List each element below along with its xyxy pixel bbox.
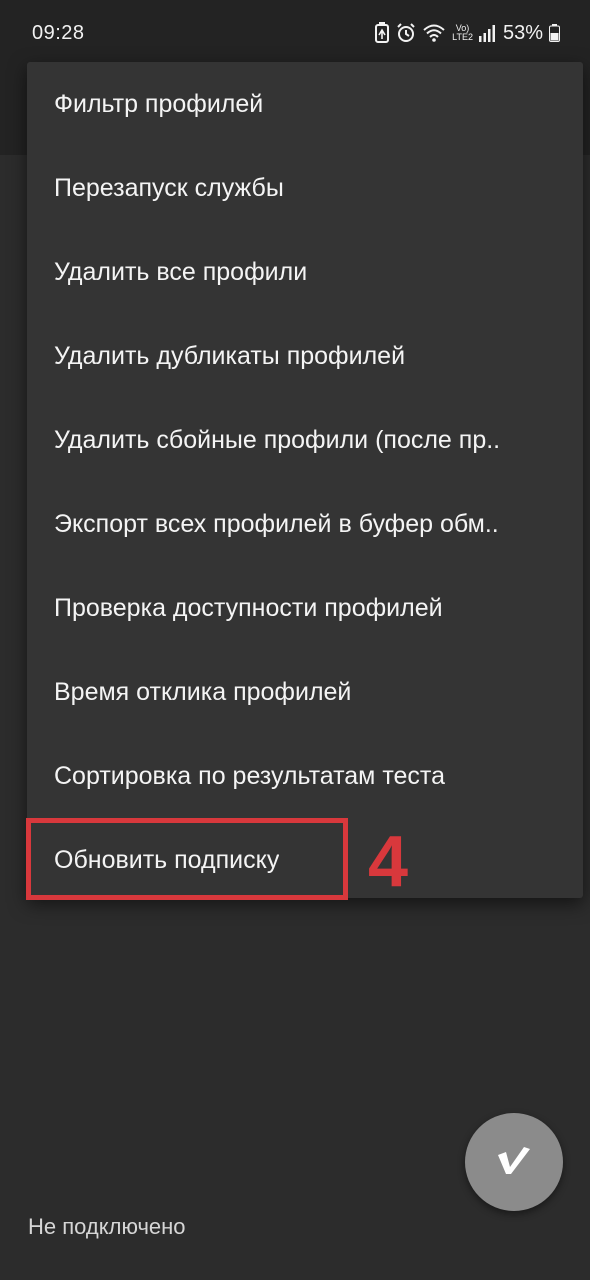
menu-item-delete-all-profiles[interactable]: Удалить все профили: [27, 230, 583, 314]
menu-item-sort-by-test-results[interactable]: Сортировка по результатам теста: [27, 734, 583, 818]
volte-lte-icon: Vo) LTE2: [452, 24, 473, 42]
menu-item-label: Удалить все профили: [54, 257, 308, 286]
battery-saver-icon: [374, 22, 390, 44]
alarm-icon: [396, 23, 416, 43]
connection-status-text: Не подключено: [28, 1214, 186, 1239]
menu-item-delete-failed-profiles[interactable]: Удалить сбойные профили (после пр..: [27, 398, 583, 482]
status-bar: 09:28 Vo) LTE2 53%: [0, 0, 590, 62]
menu-item-label: Проверка доступности профилей: [54, 593, 443, 622]
signal-icon: [478, 24, 495, 42]
wifi-icon: [422, 23, 446, 43]
battery-icon: [549, 24, 560, 42]
connect-fab-button[interactable]: [465, 1113, 563, 1211]
lte-label: LTE2: [452, 32, 473, 42]
menu-item-filter-profiles[interactable]: Фильтр профилей: [27, 62, 583, 146]
menu-item-label: Удалить сбойные профили (после пр..: [54, 425, 501, 454]
menu-item-export-profiles-clipboard[interactable]: Экспорт всех профилей в буфер обм..: [27, 482, 583, 566]
menu-item-label: Время отклика профилей: [54, 677, 352, 706]
menu-item-delete-duplicate-profiles[interactable]: Удалить дубликаты профилей: [27, 314, 583, 398]
menu-item-check-profiles-availability[interactable]: Проверка доступности профилей: [27, 566, 583, 650]
menu-item-label: Фильтр профилей: [54, 89, 264, 118]
v-logo-icon: [494, 1143, 534, 1182]
menu-item-label: Обновить подписку: [54, 845, 280, 874]
menu-item-label: Сортировка по результатам теста: [54, 761, 445, 790]
menu-item-restart-service[interactable]: Перезапуск службы: [27, 146, 583, 230]
menu-item-label: Экспорт всех профилей в буфер обм..: [54, 509, 499, 538]
menu-item-label: Удалить дубликаты профилей: [54, 341, 406, 370]
annotation-step-number: 4: [368, 822, 409, 902]
menu-item-update-subscription[interactable]: Обновить подписку: [27, 818, 583, 902]
overflow-menu: Фильтр профилей Перезапуск службы Удалит…: [27, 62, 583, 898]
status-time: 09:28: [32, 22, 85, 44]
menu-item-label: Перезапуск службы: [54, 173, 284, 202]
menu-item-profiles-response-time[interactable]: Время отклика профилей: [27, 650, 583, 734]
battery-percent: 53%: [502, 21, 543, 44]
status-icons: Vo) LTE2 53%: [374, 18, 560, 48]
